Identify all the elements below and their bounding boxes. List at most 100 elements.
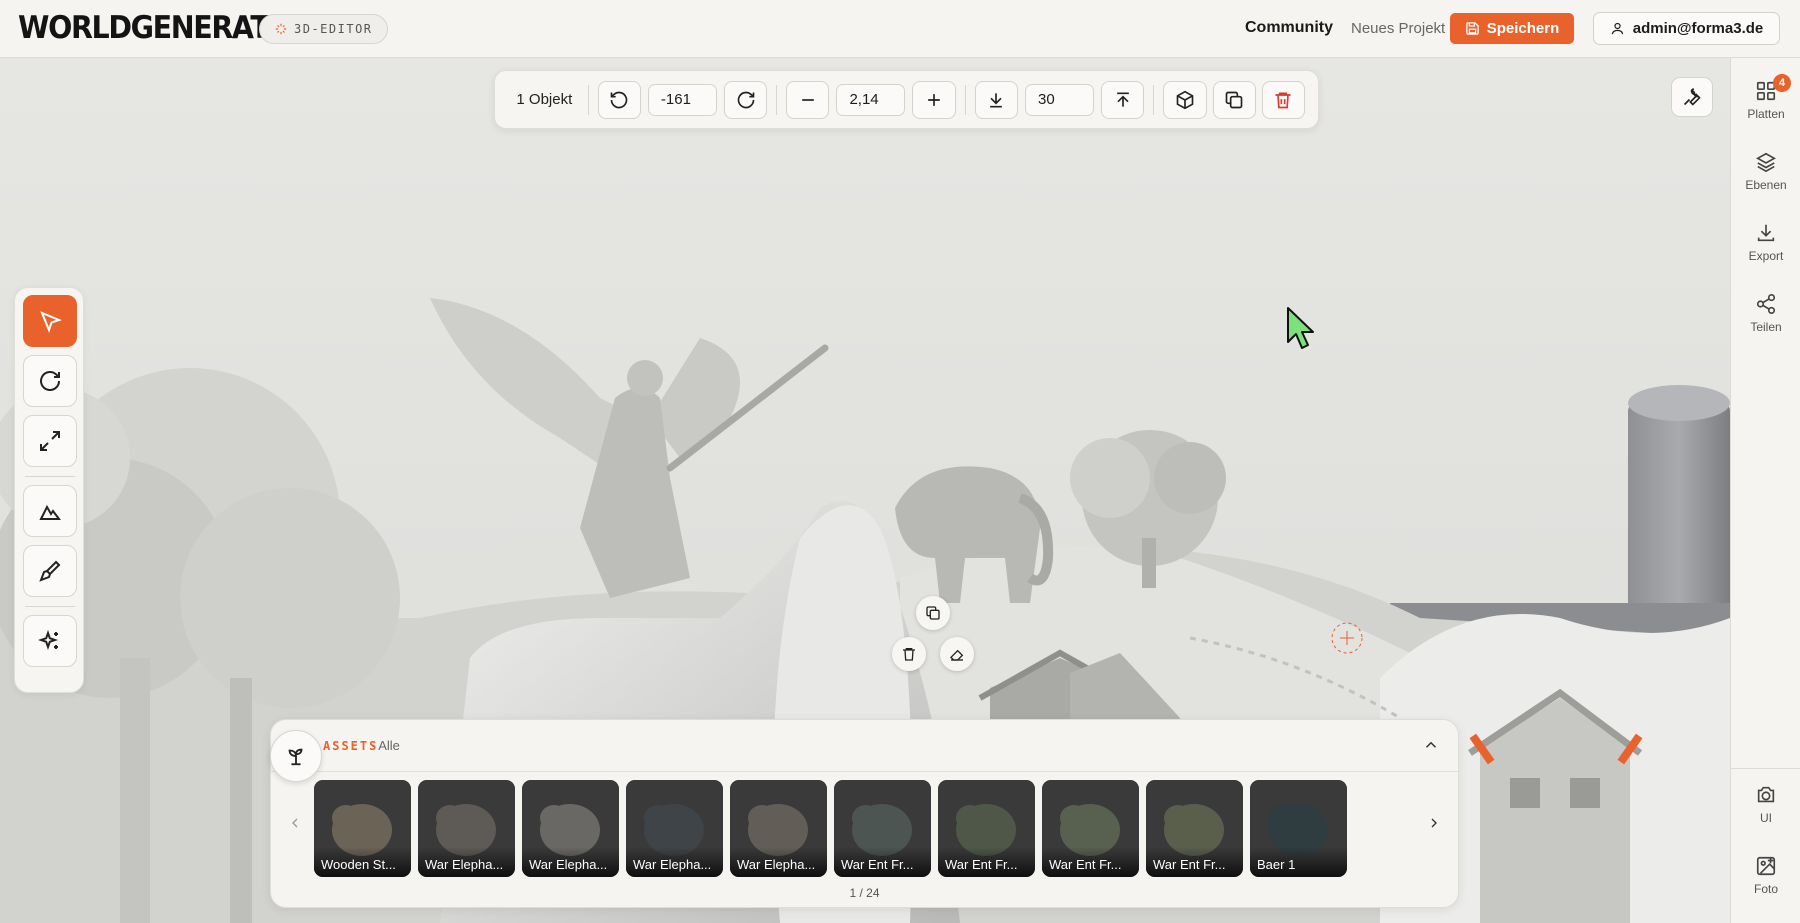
sparkles-icon bbox=[38, 629, 59, 651]
context-delete-button[interactable] bbox=[892, 637, 926, 671]
chevron-up-icon[interactable] bbox=[1422, 736, 1440, 754]
context-erase-button[interactable] bbox=[940, 637, 974, 671]
asset-card-label: War Ent Fr... bbox=[834, 847, 931, 877]
editor-badge: 3D-EDITOR bbox=[259, 14, 388, 44]
sidebar-item-platten[interactable]: 4 Platten bbox=[1731, 74, 1800, 121]
tool-panel bbox=[14, 287, 84, 693]
assets-pager: 1 / 24 bbox=[849, 886, 880, 900]
object-toolbar: 1 Objekt -161 2,14 30 bbox=[494, 70, 1319, 129]
rotate-tool-button[interactable] bbox=[23, 355, 77, 407]
chevron-right-icon[interactable] bbox=[1426, 815, 1442, 831]
sidebar-item-label: Ebenen bbox=[1745, 178, 1787, 192]
sidebar-item-label: Export bbox=[1748, 249, 1784, 263]
rotate-right-button[interactable] bbox=[723, 80, 768, 119]
asset-card[interactable]: War Ent Fr... bbox=[938, 780, 1035, 877]
assets-filter[interactable]: · Alle bbox=[371, 738, 400, 753]
asset-card[interactable]: War Elepha... bbox=[626, 780, 723, 877]
tool-divider bbox=[25, 476, 75, 477]
sidebar-item-label: Platten bbox=[1747, 107, 1785, 121]
rotation-input[interactable]: -161 bbox=[647, 83, 717, 116]
asset-card[interactable]: War Elepha... bbox=[522, 780, 619, 877]
context-duplicate-button[interactable] bbox=[916, 596, 950, 630]
assets-toggle-button[interactable] bbox=[270, 730, 322, 782]
user-email: admin@forma3.de bbox=[1632, 20, 1764, 37]
mountain-icon bbox=[39, 504, 61, 520]
arrow-down-to-line-icon bbox=[990, 92, 1003, 107]
nav-community-link[interactable]: Community bbox=[1245, 19, 1333, 37]
asset-card[interactable]: Wooden St... bbox=[314, 780, 411, 877]
asset-card-label: Baer 1 bbox=[1250, 847, 1347, 877]
assets-panel: ASSETS · Alle Wooden St... War Elepha... W… bbox=[270, 719, 1459, 908]
raise-button[interactable] bbox=[1101, 80, 1145, 119]
paint-tool-button[interactable] bbox=[23, 545, 77, 597]
user-icon bbox=[1611, 22, 1623, 35]
settings-wrench-button[interactable] bbox=[1671, 77, 1713, 117]
sidebar-item-ebenen[interactable]: Ebenen bbox=[1731, 151, 1800, 192]
asset-card-label: War Ent Fr... bbox=[1146, 847, 1243, 877]
terrain-tool-button[interactable] bbox=[23, 485, 77, 537]
toolbar-divider bbox=[1153, 84, 1155, 115]
asset-card-label: War Ent Fr... bbox=[938, 847, 1035, 877]
image-add-icon bbox=[1756, 856, 1776, 876]
asset-card[interactable]: Baer 1 bbox=[1250, 780, 1347, 877]
ai-tool-button[interactable] bbox=[23, 615, 77, 667]
user-menu-button[interactable]: admin@forma3.de bbox=[1593, 12, 1780, 45]
sidebar-item-label: Foto bbox=[1753, 882, 1778, 896]
toolbar-divider bbox=[776, 84, 778, 115]
asset-card[interactable]: War Ent Fr... bbox=[1146, 780, 1243, 877]
share-icon bbox=[1756, 294, 1776, 314]
duplicate-button[interactable] bbox=[1212, 80, 1256, 119]
cursor-icon bbox=[40, 311, 62, 333]
sidebar-item-teilen[interactable]: Teilen bbox=[1731, 293, 1800, 334]
rotate-left-button[interactable] bbox=[597, 80, 641, 119]
brush-icon bbox=[39, 560, 61, 582]
sparkle-icon bbox=[275, 23, 287, 35]
asset-list: Wooden St... War Elepha... War Elepha... Wa… bbox=[314, 780, 1347, 877]
cube-icon bbox=[1176, 90, 1194, 109]
select-tool-button[interactable] bbox=[23, 295, 77, 347]
wrench-icon bbox=[1683, 87, 1701, 106]
download-icon bbox=[1757, 224, 1775, 242]
save-button-label: Speichern bbox=[1486, 20, 1560, 37]
toolbar-divider bbox=[964, 84, 966, 115]
editor-badge-label: 3D-EDITOR bbox=[294, 22, 373, 36]
tool-divider bbox=[25, 606, 75, 607]
asset-card[interactable]: War Ent Fr... bbox=[1042, 780, 1139, 877]
height-input[interactable]: 30 bbox=[1024, 83, 1094, 116]
rotate-ccw-icon bbox=[610, 91, 628, 108]
plus-icon bbox=[928, 93, 940, 106]
asset-card-label: War Elepha... bbox=[418, 847, 515, 877]
save-icon bbox=[1465, 22, 1479, 35]
sidebar-item-export[interactable]: Export bbox=[1731, 222, 1800, 263]
sidebar-item-label: UI bbox=[1760, 811, 1772, 825]
save-button[interactable]: Speichern bbox=[1450, 13, 1574, 44]
chevron-left-icon[interactable] bbox=[287, 815, 303, 831]
expand-icon bbox=[40, 431, 60, 451]
camera-icon bbox=[1757, 786, 1775, 803]
asset-card[interactable]: War Elepha... bbox=[418, 780, 515, 877]
delete-button[interactable] bbox=[1261, 80, 1306, 119]
copy-icon bbox=[926, 606, 940, 620]
new-project-link[interactable]: Neues Projekt bbox=[1351, 20, 1445, 37]
scale-input[interactable]: 2,14 bbox=[836, 83, 906, 116]
layers-icon bbox=[1756, 152, 1776, 173]
minus-icon bbox=[801, 98, 814, 101]
asset-card[interactable]: War Ent Fr... bbox=[834, 780, 931, 877]
scale-tool-button[interactable] bbox=[23, 415, 77, 467]
arrow-up-to-line-icon bbox=[1116, 92, 1129, 107]
toolbar-divider bbox=[587, 84, 589, 115]
asset-card-label: War Ent Fr... bbox=[1042, 847, 1139, 877]
right-sidebar: 4 Platten Ebenen Export Teilen UI Foto bbox=[1730, 58, 1800, 923]
asset-card[interactable]: War Elepha... bbox=[730, 780, 827, 877]
sprout-icon bbox=[288, 748, 303, 766]
rotate-cw-icon bbox=[737, 91, 754, 108]
trash-icon bbox=[903, 648, 915, 661]
lower-button[interactable] bbox=[974, 80, 1018, 119]
sidebar-item-ui[interactable]: UI bbox=[1731, 784, 1800, 825]
eraser-icon bbox=[950, 649, 964, 661]
object-3d-button[interactable] bbox=[1163, 80, 1207, 119]
sidebar-item-foto[interactable]: Foto bbox=[1731, 855, 1800, 896]
scale-up-button[interactable] bbox=[912, 80, 956, 119]
asset-card-label: War Elepha... bbox=[522, 847, 619, 877]
scale-down-button[interactable] bbox=[786, 80, 830, 119]
